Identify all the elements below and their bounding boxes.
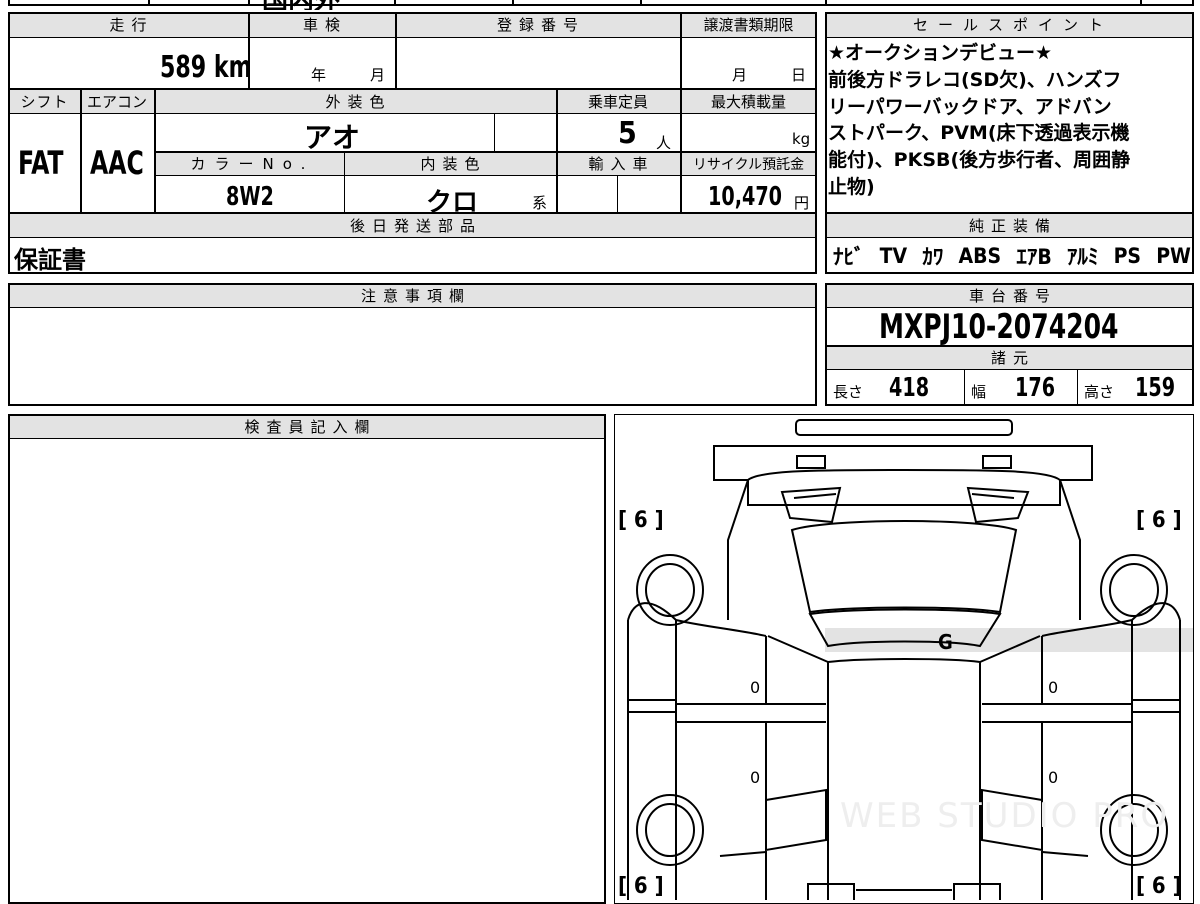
- height-value: 159: [1135, 373, 1176, 403]
- equipment-item: TV: [879, 244, 908, 268]
- door-mark-left-front: 0: [750, 678, 761, 697]
- tire-tread-rear-right: [ 6 ]: [1136, 508, 1182, 533]
- header-recycle: リサイクル預託金: [680, 152, 817, 175]
- door-mark-left-rear: 0: [750, 768, 761, 787]
- tire-tread-front-left: [ 6 ]: [618, 874, 664, 899]
- header-mileage: 走行: [8, 12, 248, 37]
- door-mark-right-rear: 0: [1048, 768, 1059, 787]
- capacity-unit: 人: [656, 134, 672, 152]
- header-transfer-deadline: 譲渡書類期限: [680, 12, 817, 37]
- shift-value: FAT: [18, 144, 64, 182]
- chassis-number-value: MXPJ10-2074204: [879, 307, 1119, 347]
- header-registration: 登録番号: [395, 12, 680, 37]
- interior-color-value: クロ: [426, 188, 479, 218]
- inspector-notes-box: 検査員記入欄: [8, 414, 606, 904]
- color-no-value: 8W2: [226, 182, 274, 212]
- header-aircon: エアコン: [80, 89, 154, 113]
- sales-point-line: 前後方ドラレコ(SD欠)、ハンズフ: [828, 68, 1122, 91]
- equipment-item: ﾅﾋﾞ: [833, 245, 865, 269]
- height-label: 高さ: [1084, 383, 1115, 401]
- equipment-item: ｴｱB: [1016, 245, 1052, 269]
- length-label: 長さ: [833, 383, 864, 401]
- tire-tread-rear-left: [ 6 ]: [618, 508, 664, 533]
- header-capacity: 乗車定員: [556, 89, 680, 113]
- top-strip-text: 国内外: [262, 0, 340, 10]
- sales-point-line: リーパワーバックドア、アドバン: [828, 95, 1112, 118]
- mileage-value: 589: [160, 50, 207, 85]
- transfer-month-unit: 月: [732, 66, 748, 84]
- sales-points-box: セールスポイント 純正装備 ★オークションデビュー★ 前後方ドラレコ(SD欠)、…: [825, 12, 1194, 274]
- equipment-item: PW: [1156, 244, 1191, 268]
- width-label: 幅: [971, 383, 987, 401]
- mileage-unit: km: [213, 50, 252, 85]
- header-shift: シフト: [8, 89, 80, 113]
- recycle-unit: 円: [794, 194, 810, 212]
- sales-point-line: ストパーク、PVM(床下透過表示機: [828, 122, 1130, 145]
- load-unit: kg: [792, 130, 811, 148]
- header-exterior-color: 外装色: [154, 89, 556, 113]
- header-inspection: 車検: [248, 12, 395, 37]
- interior-suffix: 系: [532, 194, 548, 212]
- equipment-item: ABS: [958, 244, 1002, 268]
- equipment-item: ｶﾜ: [922, 245, 944, 269]
- later-parts-value: 保証書: [14, 246, 86, 274]
- inspection-month-unit: 月: [370, 66, 386, 84]
- sales-points-text: ★オークションデビュー★ 前後方ドラレコ(SD欠)、ハンズフ リーパワーバックド…: [828, 40, 1192, 201]
- tire-tread-front-right: [ 6 ]: [1136, 874, 1182, 899]
- sales-point-line: 能付)、PKSB(後方歩行者、周囲静: [828, 149, 1131, 172]
- sales-point-line: ★オークションデビュー★: [828, 42, 1053, 64]
- door-mark-right-front: 0: [1048, 678, 1059, 697]
- transfer-day-unit: 日: [791, 66, 807, 84]
- header-sales-points: セールスポイント: [825, 12, 1194, 37]
- glass-grade: G: [938, 630, 953, 654]
- inspection-year-unit: 年: [311, 66, 327, 84]
- header-import: 輸入車: [556, 152, 680, 175]
- chassis-specs-box: 車台番号 諸元 MXPJ10-2074204 長さ 418 幅 176 高さ 1…: [825, 283, 1194, 652]
- equipment-item: ｱﾙﾐ: [1066, 245, 1099, 269]
- header-interior-color: 内装色: [344, 152, 556, 175]
- header-genuine-equipment: 純正装備: [825, 213, 1194, 237]
- damage-diagram: [ 6 ] [ 6 ] [ 6 ] [ 6 ] G 0 0 0 0 WEB ST…: [614, 414, 1194, 904]
- equipment-item: PS: [1113, 244, 1142, 268]
- sales-point-line: 止物): [828, 175, 875, 198]
- notes-box: 注意事項欄: [8, 283, 817, 406]
- aircon-value: AAC: [90, 144, 144, 182]
- watermark: WEB STUDIO PRO: [840, 796, 1170, 836]
- length-value: 418: [889, 373, 930, 403]
- width-value: 176: [1015, 373, 1056, 403]
- top-strip: 国内外: [0, 0, 1200, 10]
- equipment-list: ﾅﾋﾞ TV ｶﾜ ABS ｴｱB ｱﾙﾐ PS PW: [833, 242, 1191, 270]
- vehicle-info-table: 走行 車検 登録番号 譲渡書類期限 シフト エアコン 外装色 乗車定員 最大積載…: [8, 12, 817, 274]
- recycle-fee-value: 10,470: [708, 182, 783, 212]
- capacity-value: 5: [618, 116, 637, 151]
- header-later-parts: 後日発送部品: [8, 213, 817, 237]
- header-max-load: 最大積載量: [680, 89, 817, 113]
- exterior-color-value: アオ: [304, 121, 361, 154]
